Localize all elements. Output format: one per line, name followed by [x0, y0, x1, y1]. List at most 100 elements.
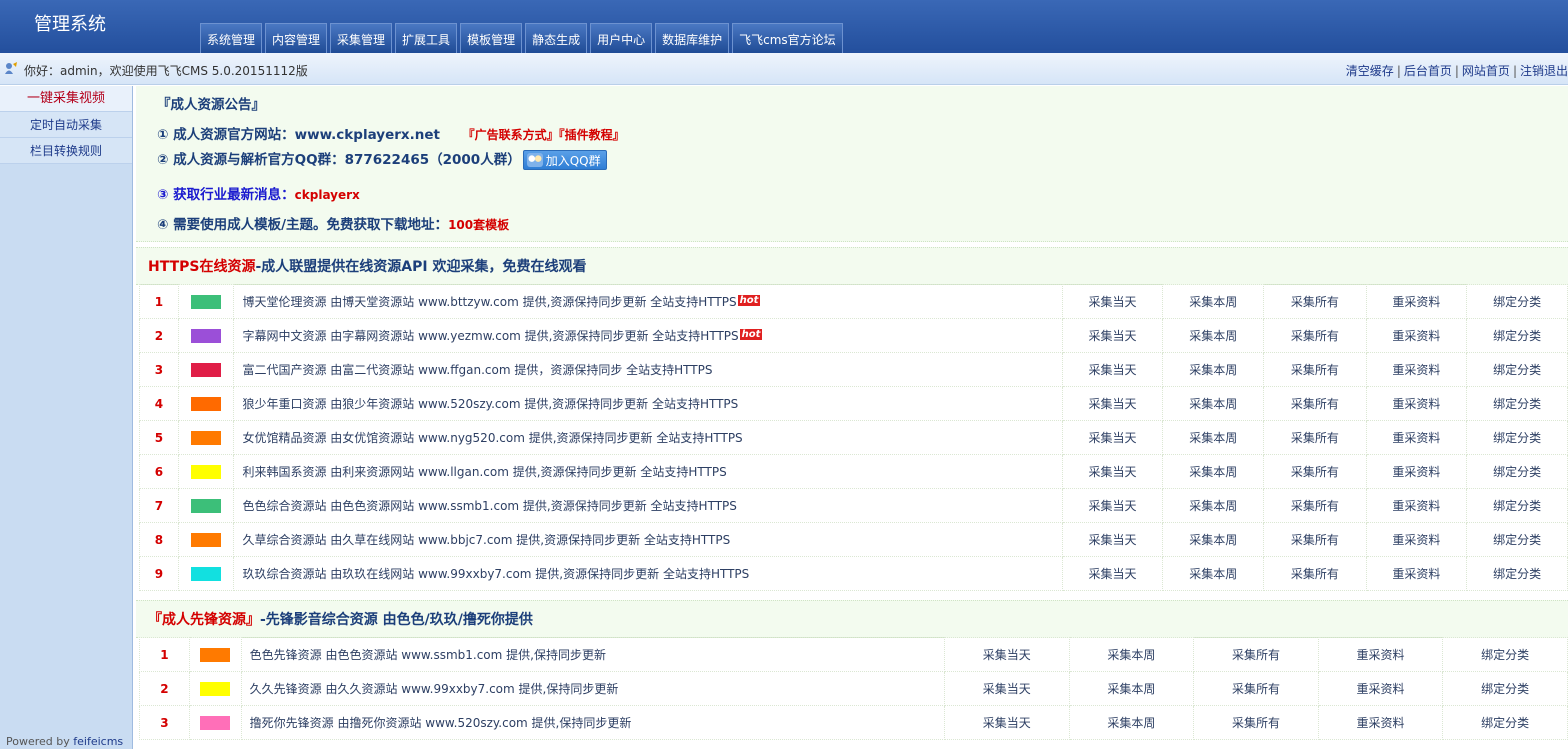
action-link-1[interactable]: 采集本周 — [1162, 318, 1265, 353]
nav-tab-0[interactable]: 系统管理 — [200, 23, 263, 53]
action-link-1[interactable]: 采集本周 — [1068, 671, 1195, 706]
action-link-4[interactable]: 绑定分类 — [1466, 556, 1568, 591]
action-link-1[interactable]: 采集本周 — [1162, 386, 1265, 421]
action-link-1[interactable]: 采集本周 — [1162, 284, 1265, 319]
action-link-4[interactable]: 绑定分类 — [1466, 488, 1568, 523]
action-link-4[interactable]: 绑定分类 — [1466, 522, 1568, 557]
action-link-2[interactable]: 采集所有 — [1193, 637, 1319, 672]
link-separator: | — [1512, 64, 1517, 78]
sidebar-item-category-rules[interactable]: 栏目转换规则 — [0, 138, 132, 164]
nav-tab-2[interactable]: 采集管理 — [330, 23, 393, 53]
action-link-2[interactable]: 采集所有 — [1263, 556, 1367, 591]
action-link-0[interactable]: 采集当天 — [943, 705, 1070, 740]
action-link-1[interactable]: 采集本周 — [1162, 488, 1265, 523]
nav-tab-4[interactable]: 模板管理 — [460, 23, 523, 53]
action-link-0[interactable]: 采集当天 — [1061, 522, 1164, 557]
action-link-3[interactable]: 重采资料 — [1365, 420, 1468, 455]
action-link-3[interactable]: 重采资料 — [1365, 386, 1468, 421]
nav-tab-6[interactable]: 用户中心 — [590, 23, 653, 53]
pioneer-resource-table: 1 色色先锋资源 由色色资源站 www.ssmb1.com 提供,保持同步更新 采集… — [139, 637, 1568, 740]
powered-brand-link[interactable]: feifeicms — [73, 735, 123, 748]
color-swatch — [200, 681, 231, 696]
action-link-4[interactable]: 绑定分类 — [1466, 318, 1568, 353]
action-link-2[interactable]: 采集所有 — [1193, 705, 1319, 740]
action-link-0[interactable]: 采集当天 — [1061, 454, 1164, 489]
resource-description: 久久先锋资源 由久久资源站 www.99xxby7.com 提供,保持同步更新 — [249, 682, 619, 696]
nav-tab-3[interactable]: 扩展工具 — [395, 23, 458, 53]
action-link-4[interactable]: 绑定分类 — [1466, 420, 1568, 455]
action-link-3[interactable]: 重采资料 — [1365, 488, 1468, 523]
action-link-3[interactable]: 重采资料 — [1317, 671, 1444, 706]
nav-tab-7[interactable]: 数据库维护 — [655, 23, 730, 53]
action-link-2[interactable]: 采集所有 — [1263, 454, 1367, 489]
action-link-3[interactable]: 重采资料 — [1317, 705, 1444, 740]
action-link-0[interactable]: 采集当天 — [1061, 556, 1164, 591]
top-link-0[interactable]: 清空缓存 — [1346, 64, 1394, 78]
action-link-4[interactable]: 绑定分类 — [1442, 637, 1568, 672]
action-link-3[interactable]: 重采资料 — [1365, 284, 1468, 319]
row-number: 9 — [139, 556, 179, 591]
action-link-3[interactable]: 重采资料 — [1317, 637, 1444, 672]
notice-line-1-text: ① 成人资源官方网站：www.ckplayerx.net — [157, 127, 440, 143]
user-info-icon — [5, 62, 17, 74]
action-link-1[interactable]: 采集本周 — [1162, 556, 1265, 591]
sidebar-item-scheduled-collect[interactable]: 定时自动采集 — [0, 112, 132, 138]
action-link-0[interactable]: 采集当天 — [943, 671, 1070, 706]
nav-tab-5[interactable]: 静态生成 — [525, 23, 588, 53]
action-link-1[interactable]: 采集本周 — [1068, 637, 1195, 672]
action-link-0[interactable]: 采集当天 — [943, 637, 1070, 672]
top-link-2[interactable]: 网站首页 — [1462, 64, 1510, 78]
color-swatch — [200, 715, 231, 730]
nav-tab-8[interactable]: 飞飞cms官方论坛 — [732, 23, 843, 53]
action-link-2[interactable]: 采集所有 — [1263, 420, 1367, 455]
plugin-tutorial-link[interactable]: 『插件教程』 — [559, 128, 625, 142]
ad-contact-link[interactable]: 『广告联系方式』 — [463, 128, 559, 142]
action-link-3[interactable]: 重采资料 — [1365, 522, 1468, 557]
action-link-2[interactable]: 采集所有 — [1263, 386, 1367, 421]
action-link-2[interactable]: 采集所有 — [1263, 522, 1367, 557]
action-link-4[interactable]: 绑定分类 — [1466, 284, 1568, 319]
action-link-4[interactable]: 绑定分类 — [1442, 671, 1568, 706]
action-link-3[interactable]: 重采资料 — [1365, 318, 1468, 353]
action-link-4[interactable]: 绑定分类 — [1442, 705, 1568, 740]
resource-description-cell: 女优馆精品资源 由女优馆资源站 www.nyg520.com 提供,资源保持同步… — [233, 420, 1063, 455]
action-link-0[interactable]: 采集当天 — [1061, 318, 1164, 353]
action-link-4[interactable]: 绑定分类 — [1466, 386, 1568, 421]
action-link-0[interactable]: 采集当天 — [1061, 284, 1164, 319]
top-link-1[interactable]: 后台首页 — [1404, 64, 1452, 78]
top-link-3[interactable]: 注销退出 — [1520, 64, 1568, 78]
action-link-2[interactable]: 采集所有 — [1263, 352, 1367, 387]
nav-tab-1[interactable]: 内容管理 — [265, 23, 328, 53]
action-link-3[interactable]: 重采资料 — [1365, 352, 1468, 387]
action-link-2[interactable]: 采集所有 — [1263, 318, 1367, 353]
sidebar: 一键采集视频 定时自动采集 栏目转换规则 Powered by feifeicm… — [0, 86, 133, 749]
action-link-4[interactable]: 绑定分类 — [1466, 352, 1568, 387]
action-link-2[interactable]: 采集所有 — [1263, 284, 1367, 319]
action-link-1[interactable]: 采集本周 — [1068, 705, 1195, 740]
action-link-1[interactable]: 采集本周 — [1162, 352, 1265, 387]
action-link-0[interactable]: 采集当天 — [1061, 386, 1164, 421]
action-link-1[interactable]: 采集本周 — [1162, 454, 1265, 489]
action-link-0[interactable]: 采集当天 — [1061, 352, 1164, 387]
notice-line-1: ① 成人资源官方网站：www.ckplayerx.net 『广告联系方式』『插件… — [157, 123, 625, 143]
resource-description: 色色先锋资源 由色色资源站 www.ssmb1.com 提供,保持同步更新 — [249, 648, 606, 662]
action-link-0[interactable]: 采集当天 — [1061, 420, 1164, 455]
resource-description: 博天堂伦理资源 由博天堂资源站 www.bttzyw.com 提供,资源保持同步… — [242, 295, 737, 309]
join-qq-group-button[interactable]: 加入QQ群 — [522, 150, 607, 170]
color-swatch — [191, 532, 222, 547]
notice-line-4-text: ④ 需要使用成人模板/主题。免费获取下载地址： — [157, 217, 449, 233]
action-link-3[interactable]: 重采资料 — [1365, 454, 1468, 489]
action-link-1[interactable]: 采集本周 — [1162, 522, 1265, 557]
sidebar-item-one-click-collect[interactable]: 一键采集视频 — [0, 86, 132, 112]
action-link-3[interactable]: 重采资料 — [1365, 556, 1468, 591]
notice-panel: 『成人资源公告』 ① 成人资源官方网站：www.ckplayerx.net 『广… — [136, 86, 1568, 242]
action-link-4[interactable]: 绑定分类 — [1466, 454, 1568, 489]
notice-line-2-text: ② 成人资源与解析官方QQ群：877622465（2000人群） — [157, 152, 521, 168]
color-swatch-cell — [188, 671, 242, 706]
action-link-1[interactable]: 采集本周 — [1162, 420, 1265, 455]
action-link-2[interactable]: 采集所有 — [1263, 488, 1367, 523]
action-link-2[interactable]: 采集所有 — [1193, 671, 1319, 706]
templates-download-link[interactable]: 100套模板 — [448, 218, 509, 232]
action-link-0[interactable]: 采集当天 — [1061, 488, 1164, 523]
resource-description-cell: 博天堂伦理资源 由博天堂资源站 www.bttzyw.com 提供,资源保持同步… — [233, 284, 1063, 319]
